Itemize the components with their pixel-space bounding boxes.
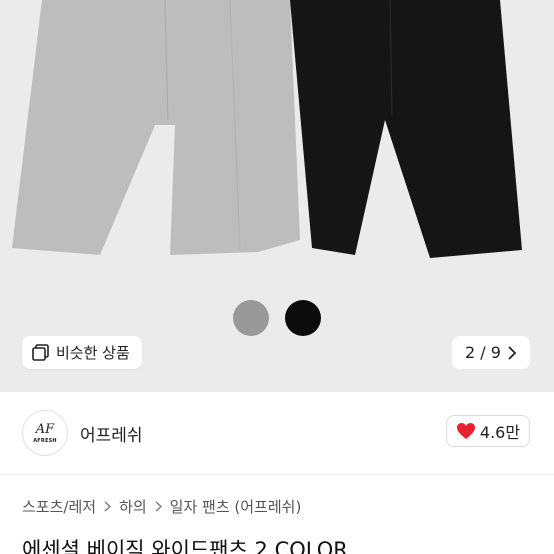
- likes-button[interactable]: 4.6만: [446, 415, 530, 447]
- product-image: [12, 0, 522, 258]
- seller-logo[interactable]: AF AFRESH: [22, 410, 68, 456]
- chevron-right-icon: [104, 501, 112, 512]
- similar-products-label: 비슷한 상품: [56, 344, 130, 362]
- breadcrumb-item-subcategory[interactable]: 하의: [119, 496, 147, 517]
- color-swatches: [0, 300, 554, 336]
- product-image-gallery[interactable]: 비슷한 상품 2 / 9: [0, 0, 554, 392]
- chevron-right-icon: [508, 345, 517, 360]
- seller-logo-mark: AF: [35, 421, 55, 437]
- product-title: 에센셜 베이직 와이드팬츠 2 COLOR: [22, 538, 348, 554]
- swatch-gray[interactable]: [233, 300, 269, 336]
- breadcrumb-item-category[interactable]: 스포츠/레저: [22, 496, 96, 517]
- black-pants-image: [290, 0, 522, 258]
- seller-row[interactable]: AF AFRESH 어프레쉬 4.6만: [0, 392, 554, 472]
- divider: [0, 474, 554, 475]
- swatch-black[interactable]: [285, 300, 321, 336]
- seller-logo-text: AFRESH: [33, 437, 57, 444]
- chevron-right-icon: [155, 501, 162, 512]
- likes-count: 4.6만: [479, 423, 521, 442]
- image-counter-text: 2 / 9: [465, 343, 501, 362]
- image-counter-button[interactable]: 2 / 9: [452, 336, 530, 369]
- similar-products-button[interactable]: 비슷한 상품: [22, 336, 142, 369]
- breadcrumb: 스포츠/레저 하의 일자 팬츠 (어프레쉬): [22, 496, 301, 517]
- seller-name[interactable]: 어프레쉬: [80, 421, 143, 446]
- overlapping-squares-icon: [32, 343, 49, 361]
- gray-pants-image: [12, 0, 300, 255]
- heart-icon: [456, 423, 475, 439]
- breadcrumb-item-current[interactable]: 일자 팬츠 (어프레쉬): [170, 496, 302, 517]
